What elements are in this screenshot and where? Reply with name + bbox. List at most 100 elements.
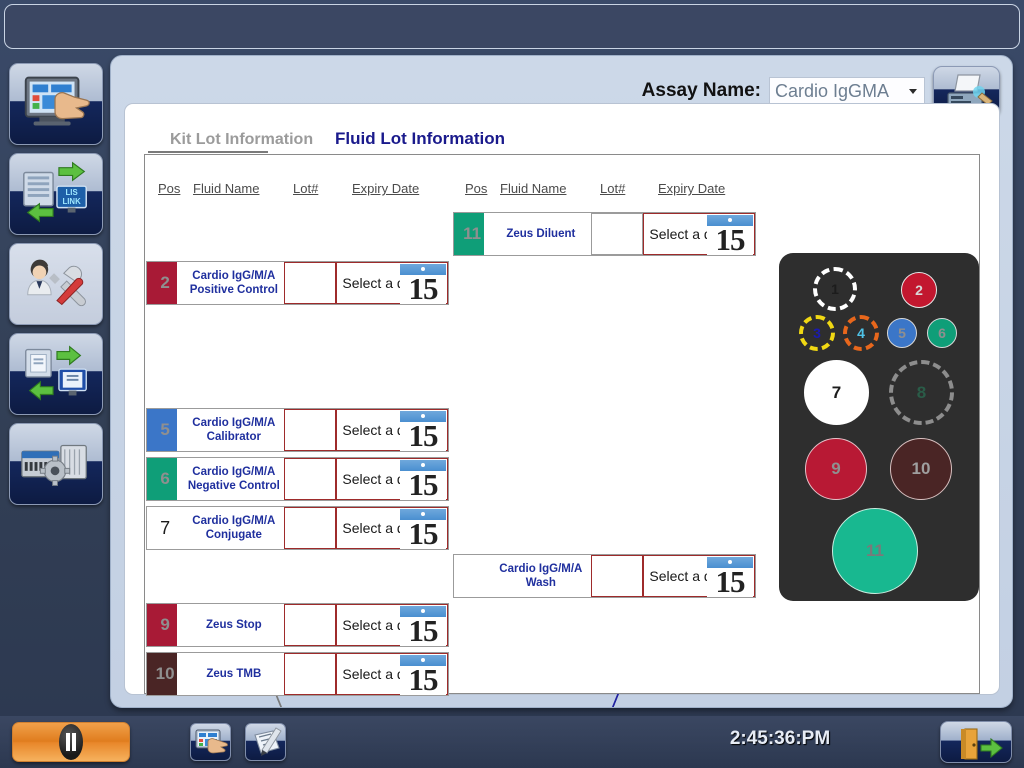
sidebar-item-instrument-settings[interactable] — [9, 423, 103, 505]
expiry-date-picker[interactable]: Select a date 15 — [336, 653, 448, 695]
table-row: 2 Cardio IgG/M/A Positive Control Select a … — [146, 261, 449, 305]
lis-link-server-icon: LIS LINK — [23, 161, 87, 223]
header-lot-left: Lot# — [293, 181, 319, 196]
sidebar-item-worklist[interactable] — [9, 63, 103, 145]
position-cell: 9 — [147, 604, 183, 646]
fluid-name-cell: Cardio IgG/M/A Conjugate — [192, 514, 276, 541]
sidebar-item-lis-link[interactable]: LIS LINK — [9, 153, 103, 235]
bottom-toolbar: 2:45:36:PM — [0, 716, 1024, 768]
assay-name-dropdown[interactable]: Cardio IgGMA — [769, 76, 925, 106]
position-cell: 7 — [147, 507, 183, 549]
position-number: 10 — [155, 664, 175, 683]
table-row: 9 Zeus Stop Select a date 15 — [146, 603, 449, 647]
carousel-vial-10[interactable]: 10 — [890, 438, 952, 500]
expiry-date-picker[interactable]: Select a date 15 — [336, 262, 448, 304]
assay-name-label: Assay Name: — [641, 80, 761, 101]
calendar-icon[interactable]: 15 — [400, 606, 446, 646]
carousel-vial-1[interactable]: 1 — [813, 267, 857, 311]
svg-text:LIS: LIS — [66, 188, 78, 197]
pause-button[interactable] — [12, 722, 130, 762]
position-number: 11 — [463, 224, 482, 243]
tab-strip: Kit Lot Information Fluid Lot Informatio… — [148, 123, 568, 155]
position-cell: 11 — [454, 213, 490, 255]
expiry-date-picker[interactable]: Select a date 15 — [643, 213, 755, 255]
carousel-vial-2[interactable]: 2 — [901, 272, 937, 308]
position-cell: 2 — [147, 262, 183, 304]
calendar-icon[interactable]: 15 — [400, 264, 446, 304]
lot-number-input[interactable] — [284, 409, 337, 451]
position-cell: 5 — [147, 409, 183, 451]
header-expiry-left: Expiry Date — [352, 181, 420, 196]
carousel-vial-9[interactable]: 9 — [805, 438, 867, 500]
position-number: 6 — [160, 469, 170, 488]
expiry-date-picker[interactable]: Select a date 15 — [336, 507, 448, 549]
calendar-icon[interactable]: 15 — [400, 509, 446, 549]
carousel-vial-4[interactable]: 4 — [843, 315, 879, 351]
carousel-vial-5[interactable]: 5 — [887, 318, 917, 348]
carousel-vial-7[interactable]: 7 — [804, 360, 869, 425]
position-number: 2 — [160, 273, 170, 292]
tab-fluid-lot-information[interactable]: Fluid Lot Information — [323, 125, 517, 155]
exit-door-arrow-icon — [961, 728, 1003, 760]
sidebar-item-data-sync[interactable] — [9, 333, 103, 415]
carousel-vial-8[interactable]: 8 — [889, 360, 954, 425]
lot-number-input[interactable] — [591, 555, 644, 597]
table-row: 6 Cardio IgG/M/A Negative Control Select a … — [146, 457, 449, 501]
fluid-name-cell: Cardio IgG/M/A Positive Control — [189, 269, 278, 296]
calendar-icon[interactable]: 15 — [707, 215, 753, 255]
carousel-vial-6[interactable]: 6 — [927, 318, 957, 348]
calendar-day-number: 15 — [408, 662, 439, 695]
calendar-icon[interactable]: 15 — [400, 460, 446, 500]
position-number: 9 — [160, 615, 170, 634]
carousel-vial-3[interactable]: 3 — [799, 315, 835, 351]
worklist-screen-button[interactable] — [190, 723, 231, 761]
svg-text:LINK: LINK — [63, 197, 82, 206]
calendar-day-number: 15 — [408, 613, 439, 646]
position-number: 5 — [160, 420, 170, 439]
header-expiry-right: Expiry Date — [658, 181, 726, 196]
carousel-vial-11[interactable]: 11 — [832, 508, 918, 594]
fluid-carousel-diagram[interactable]: 1 2 3 4 5 6 7 8 9 10 11 — [779, 253, 979, 601]
calendar-day-number: 15 — [715, 222, 746, 255]
expiry-date-picker[interactable]: Select a date 15 — [336, 409, 448, 451]
instrument-gear-icon — [21, 444, 87, 486]
fluid-name-cell: Zeus TMB — [206, 667, 262, 680]
lot-number-input[interactable] — [284, 507, 337, 549]
fluid-name-cell: Cardio IgG/M/A Calibrator — [192, 416, 276, 443]
exit-button[interactable] — [940, 721, 1012, 763]
clipboard-pen-icon — [254, 727, 282, 756]
table-row: 5 Cardio IgG/M/A Calibrator Select a date 15 — [146, 408, 449, 452]
edit-notes-button[interactable] — [245, 723, 286, 761]
pause-icon — [59, 724, 83, 760]
left-sidebar: LIS LINK — [0, 55, 112, 705]
table-row: Cardio IgG/M/A Wash Select a date 15 — [453, 554, 756, 598]
calendar-icon[interactable]: 15 — [400, 411, 446, 451]
expiry-date-picker[interactable]: Select a date 15 — [336, 604, 448, 646]
chevron-down-icon — [909, 88, 917, 94]
lot-number-input[interactable] — [284, 604, 337, 646]
database-sync-icon — [25, 345, 87, 401]
expiry-date-picker[interactable]: Select a date 15 — [643, 555, 755, 597]
header-pos-right: Pos — [465, 181, 488, 196]
lot-number-input[interactable] — [284, 458, 337, 500]
lot-number-input[interactable] — [591, 213, 644, 255]
tab-kit-lot-information[interactable]: Kit Lot Information — [158, 127, 325, 155]
position-number: 7 — [160, 517, 171, 538]
application-window: LIS LINK Assay Name: Cardio IgGMA Kit Lo… — [0, 0, 1024, 768]
table-row: 11 Zeus Diluent Select a date 15 — [453, 212, 756, 256]
calendar-day-number: 15 — [715, 564, 746, 597]
calendar-icon[interactable]: 15 — [400, 655, 446, 695]
lot-number-input[interactable] — [284, 262, 337, 304]
fluid-name-cell: Cardio IgG/M/A Wash — [499, 562, 583, 589]
calendar-icon[interactable]: 15 — [707, 557, 753, 597]
main-panel: Assay Name: Cardio IgGMA Kit Lot Informa… — [110, 55, 1013, 708]
expiry-date-picker[interactable]: Select a date 15 — [336, 458, 448, 500]
position-cell — [454, 555, 490, 597]
user-tools-icon — [27, 259, 86, 307]
sidebar-item-user-maintenance[interactable] — [9, 243, 103, 325]
lot-number-input[interactable] — [284, 653, 337, 695]
calendar-day-number: 15 — [408, 516, 439, 549]
window-titlebar — [4, 4, 1020, 49]
header-fluid-name-right: Fluid Name — [500, 181, 567, 196]
position-cell: 6 — [147, 458, 183, 500]
